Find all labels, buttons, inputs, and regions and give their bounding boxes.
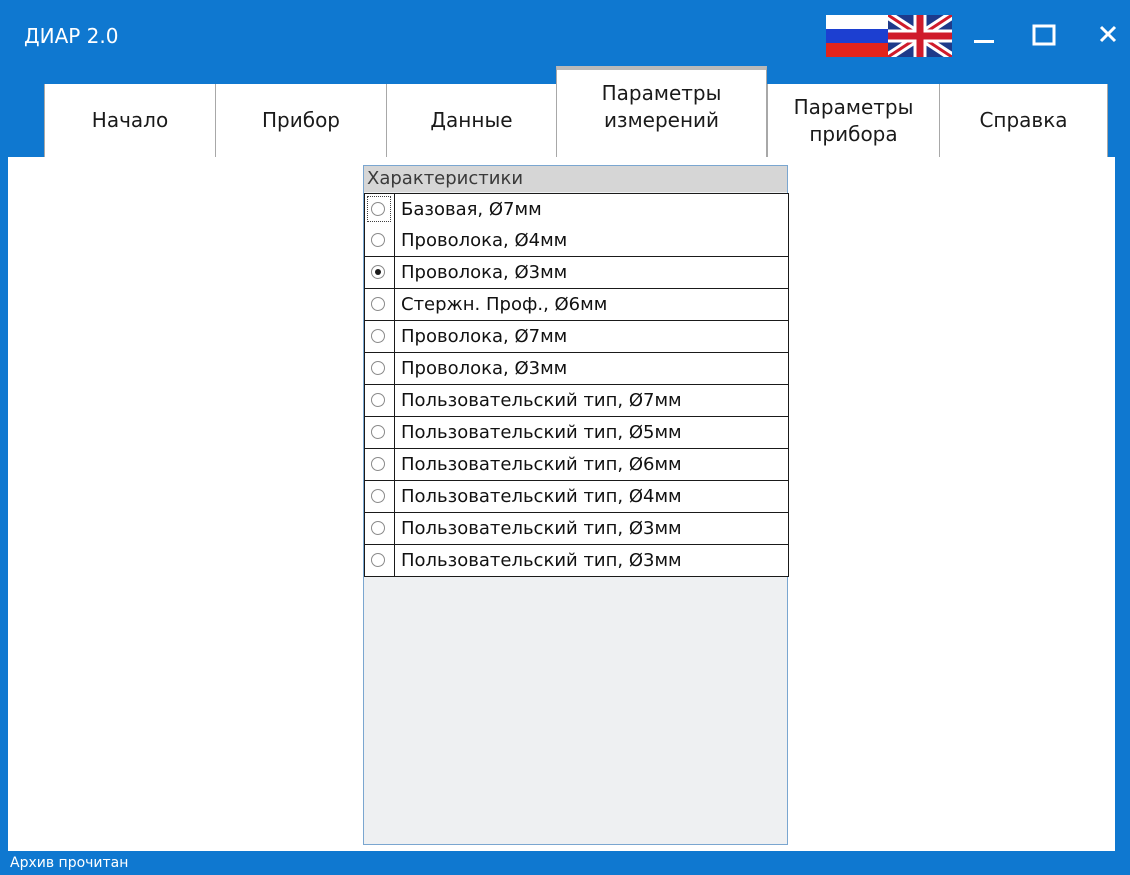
characteristic-label: Проволока, Ø3мм bbox=[401, 262, 568, 283]
flag-russia-icon[interactable] bbox=[826, 15, 890, 57]
radio-cell bbox=[365, 321, 395, 352]
characteristic-row[interactable]: Пользовательский тип, Ø7мм bbox=[364, 385, 789, 417]
characteristic-row[interactable]: Пользовательский тип, Ø3мм bbox=[364, 513, 789, 545]
main-tabs: Начало Прибор Данные Параметры измерений… bbox=[44, 66, 1108, 157]
tab-label: Параметры прибора bbox=[793, 94, 914, 146]
characteristic-radio[interactable] bbox=[371, 553, 385, 567]
tab-label: Прибор bbox=[262, 108, 340, 132]
content-area: Характеристики Базовая, Ø7мм Проволока, Ø… bbox=[8, 157, 1115, 851]
status-text: Архив прочитан bbox=[10, 855, 129, 871]
radio-cell bbox=[365, 257, 395, 288]
characteristic-radio[interactable] bbox=[371, 457, 385, 471]
radio-cell bbox=[365, 417, 395, 448]
characteristics-panel: Характеристики Базовая, Ø7мм Проволока, Ø… bbox=[363, 165, 789, 845]
radio-cell bbox=[365, 385, 395, 416]
status-bar: Архив прочитан bbox=[0, 851, 1130, 875]
radio-cell bbox=[365, 289, 395, 320]
app-window: ДИАР 2.0 Начало Прибор Данные Параметры … bbox=[0, 0, 1130, 875]
radio-cell bbox=[365, 513, 395, 544]
characteristic-row[interactable]: Базовая, Ø7мм bbox=[364, 193, 789, 226]
maximize-icon[interactable] bbox=[1022, 10, 1066, 58]
app-title: ДИАР 2.0 bbox=[24, 24, 119, 48]
tab-start[interactable]: Начало bbox=[44, 84, 215, 157]
characteristic-label: Пользовательский тип, Ø5мм bbox=[401, 422, 682, 443]
characteristic-label: Пользовательский тип, Ø6мм bbox=[401, 454, 682, 475]
characteristic-radio[interactable] bbox=[371, 489, 385, 503]
characteristic-label: Пользовательский тип, Ø3мм bbox=[401, 518, 682, 539]
tab-help[interactable]: Справка bbox=[939, 84, 1108, 157]
characteristic-radio[interactable] bbox=[371, 425, 385, 439]
tab-measurement-parameters[interactable]: Параметры измерений bbox=[556, 66, 767, 157]
characteristic-radio[interactable] bbox=[371, 361, 385, 375]
close-icon[interactable] bbox=[1088, 10, 1130, 58]
characteristic-row[interactable]: Пользовательский тип, Ø5мм bbox=[364, 417, 789, 449]
characteristic-label: Проволока, Ø3мм bbox=[401, 358, 568, 379]
characteristic-row[interactable]: Пользовательский тип, Ø4мм bbox=[364, 481, 789, 513]
characteristic-label: Пользовательский тип, Ø7мм bbox=[401, 390, 682, 411]
radio-cell bbox=[365, 353, 395, 384]
characteristic-row[interactable]: Проволока, Ø3мм bbox=[364, 257, 789, 289]
radio-cell bbox=[365, 545, 395, 576]
characteristic-radio[interactable] bbox=[371, 329, 385, 343]
radio-cell bbox=[365, 194, 395, 225]
characteristic-label: Стержн. Проф., Ø6мм bbox=[401, 294, 608, 315]
tab-label: Параметры измерений bbox=[601, 80, 722, 132]
characteristic-row[interactable]: Проволока, Ø3мм bbox=[364, 353, 789, 385]
radio-cell bbox=[365, 225, 395, 256]
characteristic-row[interactable]: Стержн. Проф., Ø6мм bbox=[364, 289, 789, 321]
tab-label: Данные bbox=[430, 108, 513, 132]
characteristic-radio[interactable] bbox=[371, 265, 385, 279]
characteristic-label: Проволока, Ø4мм bbox=[401, 230, 568, 251]
characteristic-radio[interactable] bbox=[371, 297, 385, 311]
radio-cell bbox=[365, 481, 395, 512]
characteristics-header: Характеристики bbox=[364, 166, 787, 192]
characteristic-label: Пользовательский тип, Ø3мм bbox=[401, 550, 682, 571]
characteristic-radio[interactable] bbox=[371, 393, 385, 407]
characteristic-row[interactable]: Проволока, Ø7мм bbox=[364, 321, 789, 353]
tab-device-parameters[interactable]: Параметры прибора bbox=[767, 84, 939, 157]
radio-cell bbox=[365, 449, 395, 480]
characteristic-radio[interactable] bbox=[371, 202, 385, 216]
minimize-icon[interactable] bbox=[962, 10, 1006, 58]
tab-label: Справка bbox=[979, 108, 1068, 132]
characteristic-row[interactable]: Пользовательский тип, Ø3мм bbox=[364, 545, 789, 577]
characteristic-row[interactable]: Проволока, Ø4мм bbox=[364, 225, 789, 257]
characteristic-radio[interactable] bbox=[371, 233, 385, 247]
tab-data[interactable]: Данные bbox=[386, 84, 556, 157]
characteristic-label: Базовая, Ø7мм bbox=[401, 199, 542, 220]
characteristic-row[interactable]: Пользовательский тип, Ø6мм bbox=[364, 449, 789, 481]
characteristic-label: Проволока, Ø7мм bbox=[401, 326, 568, 347]
characteristic-radio[interactable] bbox=[371, 521, 385, 535]
flag-uk-icon[interactable] bbox=[888, 15, 952, 57]
tab-device[interactable]: Прибор bbox=[215, 84, 386, 157]
characteristic-label: Пользовательский тип, Ø4мм bbox=[401, 486, 682, 507]
tab-label: Начало bbox=[91, 108, 169, 132]
